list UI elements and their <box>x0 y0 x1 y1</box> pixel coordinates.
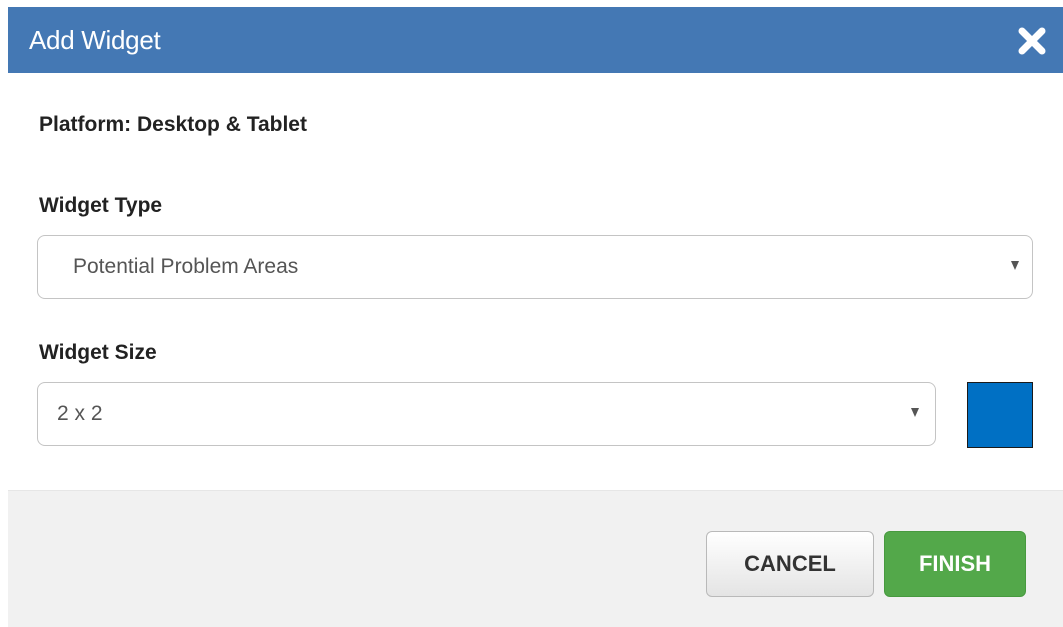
widget-type-select[interactable]: Potential Problem Areas <box>37 235 1033 299</box>
platform-label: Platform: Desktop & Tablet <box>39 113 307 136</box>
widget-size-label: Widget Size <box>39 341 157 364</box>
widget-color-swatch[interactable] <box>967 382 1033 448</box>
dialog-footer: CANCEL FINISH <box>8 490 1063 627</box>
dialog-header: Add Widget <box>8 7 1063 73</box>
add-widget-dialog: Add Widget Platform: Desktop & Tablet Wi… <box>0 0 1063 627</box>
dialog-body: Platform: Desktop & Tablet Widget Type P… <box>8 73 1063 490</box>
close-button[interactable] <box>1017 26 1047 56</box>
close-icon <box>1018 27 1046 55</box>
finish-button[interactable]: FINISH <box>884 531 1026 597</box>
dialog-title: Add Widget <box>29 25 161 55</box>
widget-size-select[interactable]: 2 x 2 <box>37 382 936 446</box>
widget-size-value: 2 x 2 <box>57 402 103 425</box>
widget-type-value: Potential Problem Areas <box>73 255 299 278</box>
cancel-button[interactable]: CANCEL <box>706 531 874 597</box>
widget-type-label: Widget Type <box>39 194 163 217</box>
caret-down-icon <box>911 408 919 417</box>
caret-down-icon <box>1011 261 1019 270</box>
